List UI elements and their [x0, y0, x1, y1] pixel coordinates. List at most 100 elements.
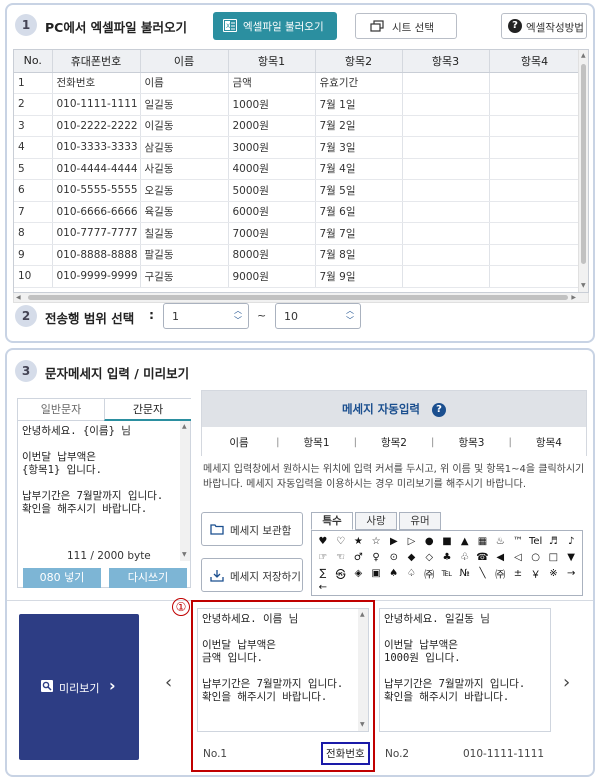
- symbol-tab-2[interactable]: 사랑: [355, 512, 397, 530]
- symbol-item[interactable]: ㈜: [420, 566, 438, 581]
- symbol-item[interactable]: ☜: [332, 552, 350, 563]
- table-cell[interactable]: 1000원: [228, 93, 316, 116]
- table-row[interactable]: 8 010-7777-7777 칠길동 7000원 7월 7일: [14, 222, 581, 245]
- grid-horizontal-thumb[interactable]: [28, 295, 568, 300]
- chevron-right-icon[interactable]: ›: [563, 672, 570, 693]
- message-save-button[interactable]: 메세지 저장하기: [201, 558, 303, 592]
- table-row[interactable]: 9 010-8888-8888 팔길동 8000원 7월 8일: [14, 244, 581, 266]
- symbol-item[interactable]: ▼: [562, 552, 580, 563]
- symbol-item[interactable]: ▣: [367, 568, 385, 579]
- table-cell[interactable]: [402, 158, 490, 180]
- auto-field-3[interactable]: 항목2: [357, 435, 431, 450]
- table-cell[interactable]: [402, 265, 490, 288]
- insert-080-button[interactable]: 080 넣기: [23, 568, 101, 588]
- excel-guide-button[interactable]: ? 엑셀작성방법: [501, 13, 587, 39]
- symbol-item[interactable]: ♡: [332, 536, 350, 547]
- scroll-left-icon[interactable]: ◀: [16, 294, 21, 302]
- symbol-item[interactable]: Tel: [527, 536, 545, 547]
- table-cell[interactable]: 010-9999-9999: [52, 265, 141, 288]
- chevron-left-icon[interactable]: ‹: [165, 672, 172, 693]
- table-row[interactable]: 2 010-1111-1111 일길동 1000원 7월 1일: [14, 93, 581, 116]
- symbol-item[interactable]: ☆: [367, 536, 385, 547]
- symbol-item[interactable]: ♨: [491, 536, 509, 547]
- table-cell[interactable]: [489, 136, 581, 159]
- symbol-item[interactable]: ♠: [385, 568, 403, 579]
- symbol-item[interactable]: ♤: [403, 568, 421, 579]
- table-cell[interactable]: 이길동: [140, 115, 229, 137]
- scroll-down-icon[interactable]: ▼: [182, 551, 187, 559]
- spin-arrows-icon[interactable]: ︿ ﹀: [346, 306, 354, 326]
- auto-field-2[interactable]: 항목1: [279, 435, 353, 450]
- table-cell[interactable]: 010-2222-2222: [52, 115, 141, 137]
- scroll-right-icon[interactable]: ▶: [571, 294, 576, 302]
- table-cell[interactable]: 7000원: [228, 222, 316, 245]
- table-cell[interactable]: 전화번호: [52, 72, 141, 94]
- table-cell[interactable]: 7월 7일: [315, 222, 403, 245]
- auto-field-1[interactable]: 이름: [202, 435, 276, 450]
- symbol-item[interactable]: ←: [314, 582, 332, 593]
- table-cell[interactable]: 1: [14, 72, 53, 94]
- table-row[interactable]: 7 010-6666-6666 육길동 6000원 7월 6일: [14, 201, 581, 223]
- scroll-up-icon[interactable]: ▲: [581, 52, 586, 60]
- table-row[interactable]: 3 010-2222-2222 이길동 2000원 7월 2일: [14, 115, 581, 137]
- scroll-down-icon[interactable]: ▼: [581, 282, 586, 290]
- symbol-item[interactable]: ♧: [456, 552, 474, 563]
- help-icon[interactable]: ?: [432, 402, 447, 417]
- symbol-item[interactable]: ■: [438, 536, 456, 547]
- table-cell[interactable]: [402, 222, 490, 245]
- tab-general-message[interactable]: 일반문자: [18, 399, 104, 421]
- table-cell[interactable]: 6000원: [228, 201, 316, 223]
- table-cell[interactable]: 4: [14, 136, 53, 159]
- table-cell[interactable]: 10: [14, 265, 53, 288]
- table-cell[interactable]: 010-8888-8888: [52, 244, 141, 266]
- table-cell[interactable]: 010-1111-1111: [52, 93, 141, 116]
- table-cell[interactable]: 칠길동: [140, 222, 229, 245]
- table-cell[interactable]: [489, 201, 581, 223]
- symbol-item[interactable]: ◈: [349, 568, 367, 579]
- table-cell[interactable]: [402, 93, 490, 116]
- symbol-item[interactable]: ◇: [420, 552, 438, 563]
- symbol-item[interactable]: ╲: [474, 568, 492, 579]
- table-cell[interactable]: [489, 72, 581, 94]
- message-textarea[interactable]: 안녕하세요. {이름} 님 이번달 납부액은 {항목1} 입니다. 납부기간은 …: [22, 425, 178, 516]
- table-cell[interactable]: [402, 115, 490, 137]
- symbol-item[interactable]: ★: [349, 536, 367, 547]
- load-excel-button[interactable]: X 엑셀파일 불러오기: [213, 12, 337, 40]
- table-cell[interactable]: 이름: [140, 72, 229, 94]
- grid-horizontal-scrollbar[interactable]: ◀ ▶: [13, 293, 589, 303]
- table-cell[interactable]: [489, 265, 581, 288]
- table-cell[interactable]: 7월 9일: [315, 265, 403, 288]
- symbol-item[interactable]: ♀: [367, 552, 385, 563]
- symbol-item[interactable]: ♪: [562, 536, 580, 547]
- table-row[interactable]: 6 010-5555-5555 오길동 5000원 7월 5일: [14, 179, 581, 202]
- table-row[interactable]: 10 010-9999-9999 구길동 9000원 7월 9일: [14, 265, 581, 288]
- table-cell[interactable]: 2: [14, 93, 53, 116]
- symbol-tab-1[interactable]: 특수: [311, 512, 353, 530]
- table-cell[interactable]: 010-5555-5555: [52, 179, 141, 202]
- range-to-input[interactable]: 10 ︿ ﹀: [275, 303, 361, 329]
- symbol-item[interactable]: ⊙: [385, 552, 403, 563]
- symbol-item[interactable]: ※: [545, 568, 563, 579]
- table-cell[interactable]: [489, 222, 581, 245]
- table-row[interactable]: 4 010-3333-3333 삼길동 3000원 7월 3일: [14, 136, 581, 159]
- table-cell[interactable]: 사길동: [140, 158, 229, 180]
- grid-vertical-scrollbar[interactable]: ▲ ▼: [578, 50, 588, 292]
- table-cell[interactable]: 구길동: [140, 265, 229, 288]
- table-cell[interactable]: 2000원: [228, 115, 316, 137]
- table-cell[interactable]: 유효기간: [315, 72, 403, 94]
- symbol-item[interactable]: ㈜: [491, 566, 509, 581]
- table-cell[interactable]: 7: [14, 201, 53, 223]
- message-storage-button[interactable]: 메세지 보관함: [201, 512, 303, 546]
- symbol-item[interactable]: ○: [527, 552, 545, 563]
- table-cell[interactable]: [489, 244, 581, 266]
- spin-arrows-icon[interactable]: ︿ ﹀: [234, 306, 242, 326]
- symbol-item[interactable]: ▶: [385, 536, 403, 547]
- scroll-up-icon[interactable]: ▲: [360, 611, 365, 619]
- table-cell[interactable]: 010-4444-4444: [52, 158, 141, 180]
- table-cell[interactable]: 7월 3일: [315, 136, 403, 159]
- symbol-item[interactable]: □: [545, 552, 563, 563]
- range-from-input[interactable]: 1 ︿ ﹀: [163, 303, 249, 329]
- table-cell[interactable]: 7월 8일: [315, 244, 403, 266]
- preview-button[interactable]: 미리보기 ›: [19, 614, 139, 760]
- scroll-up-icon[interactable]: ▲: [182, 423, 187, 431]
